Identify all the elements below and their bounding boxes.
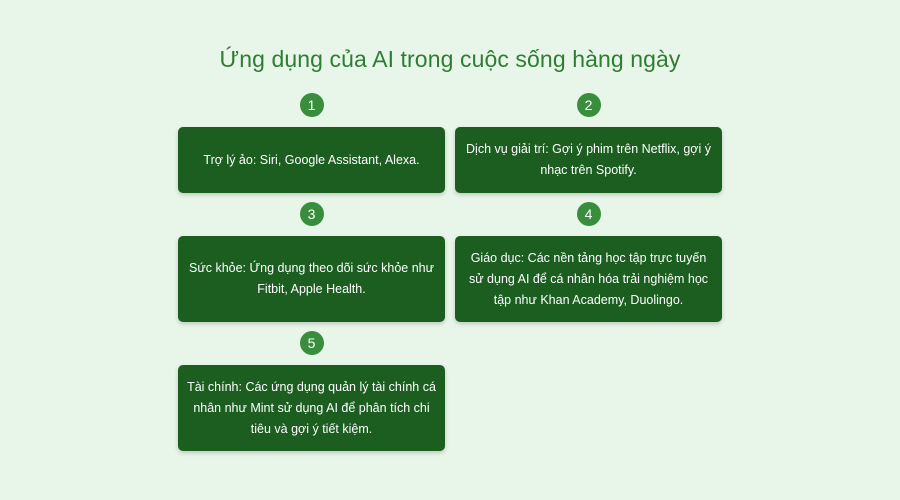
application-card-text: Sức khỏe: Ứng dụng theo dõi sức khỏe như… (189, 261, 434, 296)
application-item-3: 3 Sức khỏe: Ứng dụng theo dõi sức khỏe n… (178, 202, 445, 322)
page-title: Ứng dụng của AI trong cuộc sống hàng ngà… (219, 46, 681, 72)
applications-grid: 1 Trợ lý ảo: Siri, Google Assistant, Ale… (178, 93, 722, 451)
application-card-text: Dịch vụ giải trí: Gợi ý phim trên Netfli… (466, 142, 711, 177)
application-card: Tài chính: Các ứng dụng quản lý tài chín… (178, 365, 445, 451)
application-card: Giáo dục: Các nền tảng học tập trực tuyế… (455, 236, 722, 322)
step-number-badge: 5 (299, 331, 324, 355)
application-card-text: Trợ lý ảo: Siri, Google Assistant, Alexa… (203, 152, 420, 167)
application-item-4: 4 Giáo dục: Các nền tảng học tập trực tu… (455, 202, 722, 322)
application-card: Dịch vụ giải trí: Gợi ý phim trên Netfli… (455, 127, 722, 193)
application-card-text: Tài chính: Các ứng dụng quản lý tài chín… (187, 379, 436, 436)
application-card: Sức khỏe: Ứng dụng theo dõi sức khỏe như… (178, 236, 445, 322)
application-card: Trợ lý ảo: Siri, Google Assistant, Alexa… (178, 127, 445, 193)
step-number-badge: 4 (576, 202, 601, 226)
step-number-badge: 3 (299, 202, 324, 226)
application-card-text: Giáo dục: Các nền tảng học tập trực tuyế… (468, 250, 709, 307)
step-number-badge: 2 (576, 93, 601, 117)
application-item-2: 2 Dịch vụ giải trí: Gợi ý phim trên Netf… (455, 93, 722, 193)
application-item-1: 1 Trợ lý ảo: Siri, Google Assistant, Ale… (178, 93, 445, 193)
step-number-badge: 1 (299, 93, 324, 117)
application-item-5: 5 Tài chính: Các ứng dụng quản lý tài ch… (178, 331, 445, 451)
